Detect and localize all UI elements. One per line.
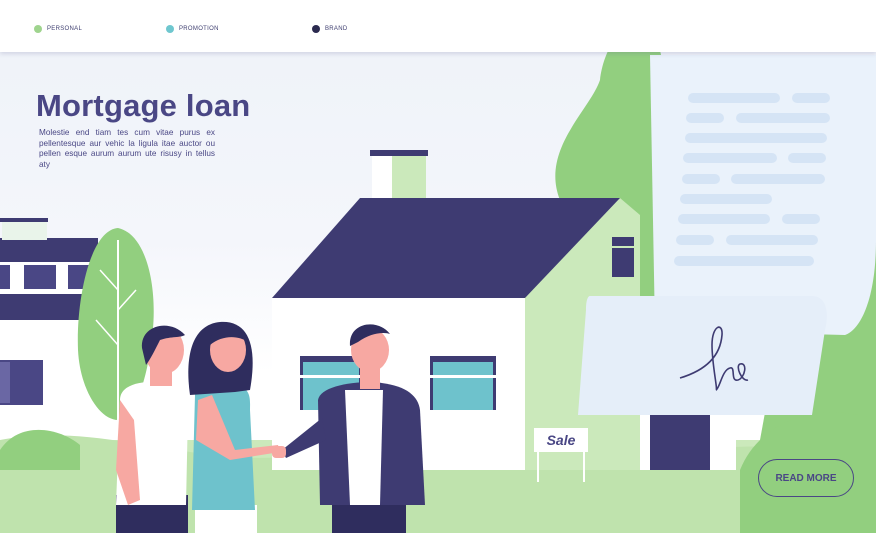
page-description: Molestie end tiam tes cum vitae purus ex… [39,128,215,169]
sale-sign-label: Sale [547,432,576,448]
nav-item-promotion[interactable]: PROMOTION [166,25,219,33]
promotion-dot-icon [166,25,174,33]
top-nav-bar: PERSONAL PROMOTION BRAND [0,0,876,52]
nav-label-brand: BRAND [325,26,348,32]
personal-dot-icon [34,25,42,33]
nav-item-personal[interactable]: PERSONAL [34,25,82,33]
nav-label-promotion: PROMOTION [179,26,219,32]
read-more-button[interactable]: READ MORE [758,459,854,497]
nav-label-personal: PERSONAL [47,26,83,32]
nav-item-brand[interactable]: BRAND [312,25,348,33]
hero-illustration: Sale [0,25,876,533]
brand-dot-icon [312,25,320,33]
landing-page: PERSONAL PROMOTION BRAND Sale Mortgage l… [0,0,876,533]
page-title: Mortgage loan [36,88,251,123]
